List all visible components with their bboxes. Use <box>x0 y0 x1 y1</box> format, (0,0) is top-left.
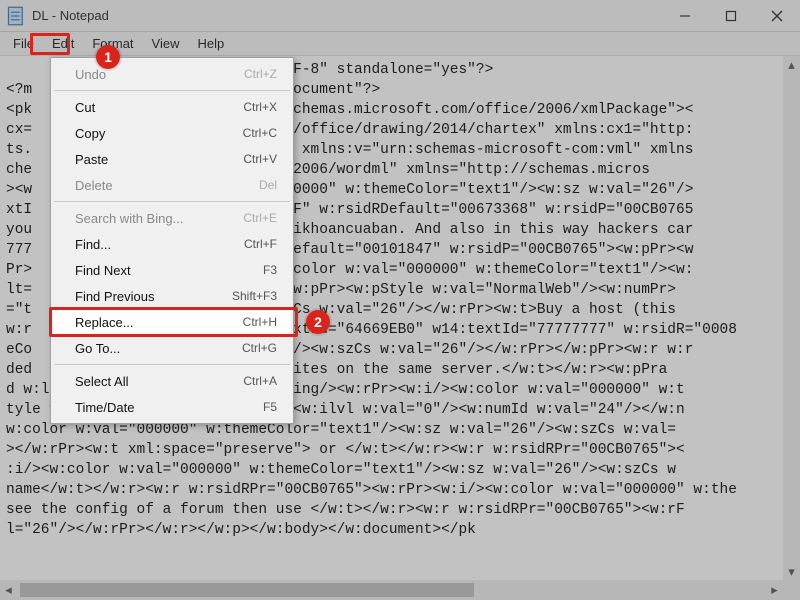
menu-item-label: Copy <box>75 126 243 141</box>
menu-format[interactable]: Format <box>83 34 142 53</box>
menu-item-time-date[interactable]: Time/Date F5 <box>53 394 291 420</box>
edit-menu-dropdown: Undo Ctrl+Z Cut Ctrl+X Copy Ctrl+C Paste… <box>50 57 294 424</box>
menu-item-paste[interactable]: Paste Ctrl+V <box>53 146 291 172</box>
menu-item-label: Find... <box>75 237 244 252</box>
menu-item-select-all[interactable]: Select All Ctrl+A <box>53 368 291 394</box>
menu-item-find[interactable]: Find... Ctrl+F <box>53 231 291 257</box>
menu-item-shortcut: Ctrl+F <box>244 237 277 251</box>
menu-view[interactable]: View <box>143 34 189 53</box>
menu-item-label: Cut <box>75 100 243 115</box>
menu-item-shortcut: F5 <box>263 400 277 414</box>
window-title: DL - Notepad <box>32 8 109 23</box>
menu-item-label: Find Next <box>75 263 263 278</box>
menubar: File Edit Format View Help <box>0 32 800 56</box>
menu-item-delete[interactable]: Delete Del <box>53 172 291 198</box>
scroll-right-icon[interactable]: ▸ <box>766 580 783 600</box>
minimize-button[interactable] <box>662 0 708 32</box>
menu-item-label: Replace... <box>75 315 243 330</box>
titlebar: DL - Notepad <box>0 0 800 32</box>
scroll-up-icon[interactable]: ▴ <box>783 56 800 73</box>
menu-item-copy[interactable]: Copy Ctrl+C <box>53 120 291 146</box>
notepad-app-icon <box>6 7 26 25</box>
menu-item-shortcut: Ctrl+Z <box>244 67 277 81</box>
scroll-corner <box>783 580 800 600</box>
menu-help[interactable]: Help <box>188 34 233 53</box>
maximize-button[interactable] <box>708 0 754 32</box>
menu-item-shortcut: Del <box>259 178 277 192</box>
menu-item-search-bing[interactable]: Search with Bing... Ctrl+E <box>53 205 291 231</box>
window-controls <box>662 0 800 32</box>
menu-item-shortcut: Ctrl+G <box>242 341 277 355</box>
menu-item-shortcut: F3 <box>263 263 277 277</box>
menu-item-label: Time/Date <box>75 400 263 415</box>
menu-item-shortcut: Ctrl+V <box>243 152 277 166</box>
menu-item-cut[interactable]: Cut Ctrl+X <box>53 94 291 120</box>
menu-item-find-next[interactable]: Find Next F3 <box>53 257 291 283</box>
menu-item-shortcut: Shift+F3 <box>232 289 277 303</box>
close-button[interactable] <box>754 0 800 32</box>
menu-item-goto[interactable]: Go To... Ctrl+G <box>53 335 291 361</box>
menu-item-label: Select All <box>75 374 243 389</box>
menu-item-label: Search with Bing... <box>75 211 243 226</box>
menu-item-shortcut: Ctrl+H <box>243 315 277 329</box>
menu-item-undo[interactable]: Undo Ctrl+Z <box>53 61 291 87</box>
menu-separator <box>54 364 290 365</box>
horizontal-scrollbar[interactable]: ◂ ▸ <box>0 580 783 600</box>
vertical-scrollbar[interactable]: ▴ ▾ <box>783 56 800 580</box>
menu-item-label: Find Previous <box>75 289 232 304</box>
menu-file[interactable]: File <box>4 34 43 53</box>
scroll-left-icon[interactable]: ◂ <box>0 580 17 600</box>
menu-item-label: Delete <box>75 178 259 193</box>
menu-item-shortcut: Ctrl+C <box>243 126 277 140</box>
menu-item-replace[interactable]: Replace... Ctrl+H <box>53 309 291 335</box>
menu-separator <box>54 90 290 91</box>
menu-item-shortcut: Ctrl+E <box>243 211 277 225</box>
menu-item-shortcut: Ctrl+A <box>243 374 277 388</box>
menu-item-label: Paste <box>75 152 243 167</box>
scroll-thumb[interactable] <box>20 583 474 597</box>
menu-item-label: Undo <box>75 67 244 82</box>
menu-separator <box>54 201 290 202</box>
menu-item-label: Go To... <box>75 341 242 356</box>
menu-item-shortcut: Ctrl+X <box>243 100 277 114</box>
menu-item-find-previous[interactable]: Find Previous Shift+F3 <box>53 283 291 309</box>
menu-edit[interactable]: Edit <box>43 34 83 53</box>
scroll-down-icon[interactable]: ▾ <box>783 563 800 580</box>
